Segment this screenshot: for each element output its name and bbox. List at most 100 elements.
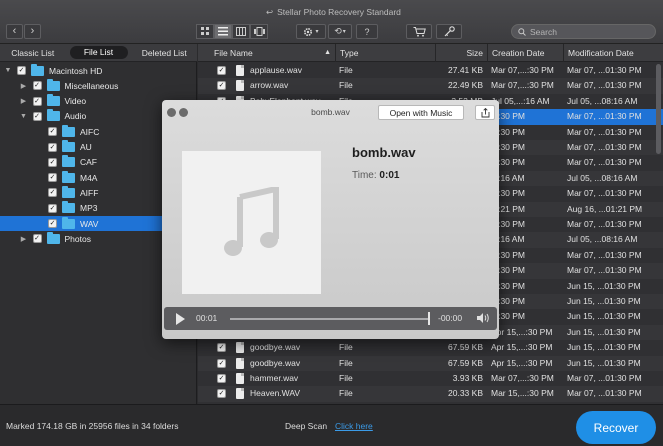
search-box[interactable] [511,24,656,39]
tree-checkbox[interactable]: ✓ [48,173,57,183]
row-checkbox[interactable]: ✓ [217,389,226,399]
tab-file-list[interactable]: File List [69,46,128,59]
window-title: ↩ Stellar Photo Recovery Standard [266,6,401,18]
back-button[interactable]: ‹ [6,24,23,39]
cell-size: 67.59 KB [448,342,483,353]
search-input[interactable] [530,26,650,37]
sort-ascending-icon: ▲ [324,49,331,56]
quicklook-preview: bomb.wav Open with Music bomb.wav Time: … [162,100,499,339]
tab-classic-list[interactable]: Classic List [0,48,66,58]
cell-creation-date: ...:30 PM [491,311,526,322]
disclosure-arrow-icon[interactable]: ▼ [20,113,28,120]
cell-creation-date: Mar 07,...:30 PM [491,65,554,75]
cell-creation-date: ...:30 PM [491,142,526,152]
table-row[interactable]: ✓ arrow.wav File 22.49 KB Mar 07,...:30 PM Ma… [198,78,663,94]
disclosure-arrow-icon[interactable]: ▶ [20,235,28,243]
table-row[interactable]: ✓ goodbye.wav File 67.59 KB Apr 15,...:30 PM… [198,355,663,371]
folder-icon [62,216,75,229]
tree-checkbox[interactable]: ✓ [32,234,42,244]
tree-checkbox[interactable]: ✓ [48,127,57,137]
row-checkbox[interactable]: ✓ [217,81,226,91]
tab-deleted-list[interactable]: Deleted List [132,48,198,58]
share-button[interactable] [475,105,495,120]
cell-file-name: goodbye.wav [250,357,301,368]
recover-button[interactable]: Recover [576,411,656,444]
folder-icon [46,109,60,122]
grid-view-button[interactable] [196,24,214,39]
playback-scrubber[interactable] [428,312,430,325]
tree-item[interactable]: ▶ ✓ Miscellaneous [0,78,197,93]
column-header-modification-date[interactable]: Modification Date [563,44,663,62]
column-header-type[interactable]: Type [335,44,435,62]
coverflow-view-button[interactable] [250,24,268,39]
row-checkbox[interactable]: ✓ [217,343,226,353]
table-row[interactable]: ✓ goodbye.wav File 67.59 KB Apr 15,...:30 PM… [198,340,663,355]
file-icon [236,388,244,400]
deep-scan-link[interactable]: Click here [335,421,373,431]
cell-creation-date: Mar 07,...:30 PM [491,80,554,91]
play-icon[interactable] [176,313,185,325]
history-button[interactable]: ⟲ ▾ [328,24,352,39]
tree-checkbox[interactable]: ✓ [32,111,42,121]
playback-track[interactable] [230,318,430,320]
forward-button[interactable]: › [24,24,41,39]
volume-icon[interactable] [476,312,490,324]
history-icon: ⟲ [334,26,342,36]
disclosure-arrow-icon[interactable]: ▶ [20,97,28,105]
cell-type: File [339,388,353,399]
tree-item-label: AU [80,142,92,152]
share-icon [481,107,489,117]
file-icon [236,80,244,92]
cell-file-name: applause.wav [250,65,302,75]
tree-item-label: M4A [80,172,98,183]
tree-item-label: Macintosh HD [49,65,103,76]
help-button[interactable]: ? [356,24,378,39]
column-view-button[interactable] [232,24,250,39]
tree-checkbox[interactable]: ✓ [32,81,42,91]
tree-checkbox[interactable]: ✓ [48,219,57,228]
tree-checkbox[interactable]: ✓ [48,157,57,167]
tree-item-label: Miscellaneous [64,80,119,91]
key-button[interactable] [436,24,462,39]
cart-icon [413,26,426,37]
folder-icon [62,201,75,214]
open-with-music-button[interactable]: Open with Music [378,105,464,120]
remaining-time: -00:00 [438,313,463,323]
list-icon [218,27,228,36]
tree-item-label: AIFF [80,187,99,198]
cell-modification-date: Mar 07, ...01:30 PM [567,373,642,383]
cell-file-name: Heaven.WAV [250,388,301,399]
cell-creation-date: ...:30 PM [491,296,526,306]
cell-modification-date: Mar 07, ...01:30 PM [567,65,642,75]
disclosure-arrow-icon[interactable]: ▶ [20,82,28,90]
disclosure-arrow-icon[interactable]: ▼ [4,67,12,74]
cell-creation-date: Apr 15,...:30 PM [491,326,553,337]
row-checkbox[interactable]: ✓ [217,358,226,368]
cart-button[interactable] [406,24,432,39]
tree-checkbox[interactable]: ✓ [32,96,42,106]
table-row[interactable]: ✓ Heaven.WAV File 20.33 KB Mar 15,...:30 PM M… [198,386,663,402]
vertical-scrollbar[interactable] [656,64,661,154]
folder-icon [46,78,60,91]
list-view-button[interactable] [214,24,232,39]
key-icon [444,26,455,37]
deep-scan-label: Deep Scan [285,421,328,431]
grid-icon [200,27,209,35]
tree-checkbox[interactable]: ✓ [48,142,57,152]
column-header-size[interactable]: Size [435,44,487,62]
row-checkbox[interactable]: ✓ [217,66,226,75]
tree-checkbox[interactable]: ✓ [48,188,57,198]
table-row[interactable]: ✓ applause.wav File 27.41 KB Mar 07,...:30 P… [198,63,663,78]
column-header-creation-date[interactable]: Creation Date [487,44,563,62]
table-row[interactable]: ✓ hammer.wav File 3.93 KB Mar 07,...:30 PM Ma… [198,371,663,386]
elapsed-time: 00:01 [196,313,218,323]
row-checkbox[interactable]: ✓ [217,374,226,383]
cell-creation-date: Jul 05,...:16 AM [491,95,550,106]
settings-button[interactable]: ▾ [296,24,326,39]
tree-item[interactable]: ▼ ✓ Macintosh HD [0,63,197,78]
column-header-name[interactable]: File Name ▲ [198,44,335,62]
tree-checkbox[interactable]: ✓ [17,66,26,75]
cell-size: 22.49 KB [448,80,483,91]
tree-checkbox[interactable]: ✓ [48,203,57,213]
folder-icon [62,185,75,198]
